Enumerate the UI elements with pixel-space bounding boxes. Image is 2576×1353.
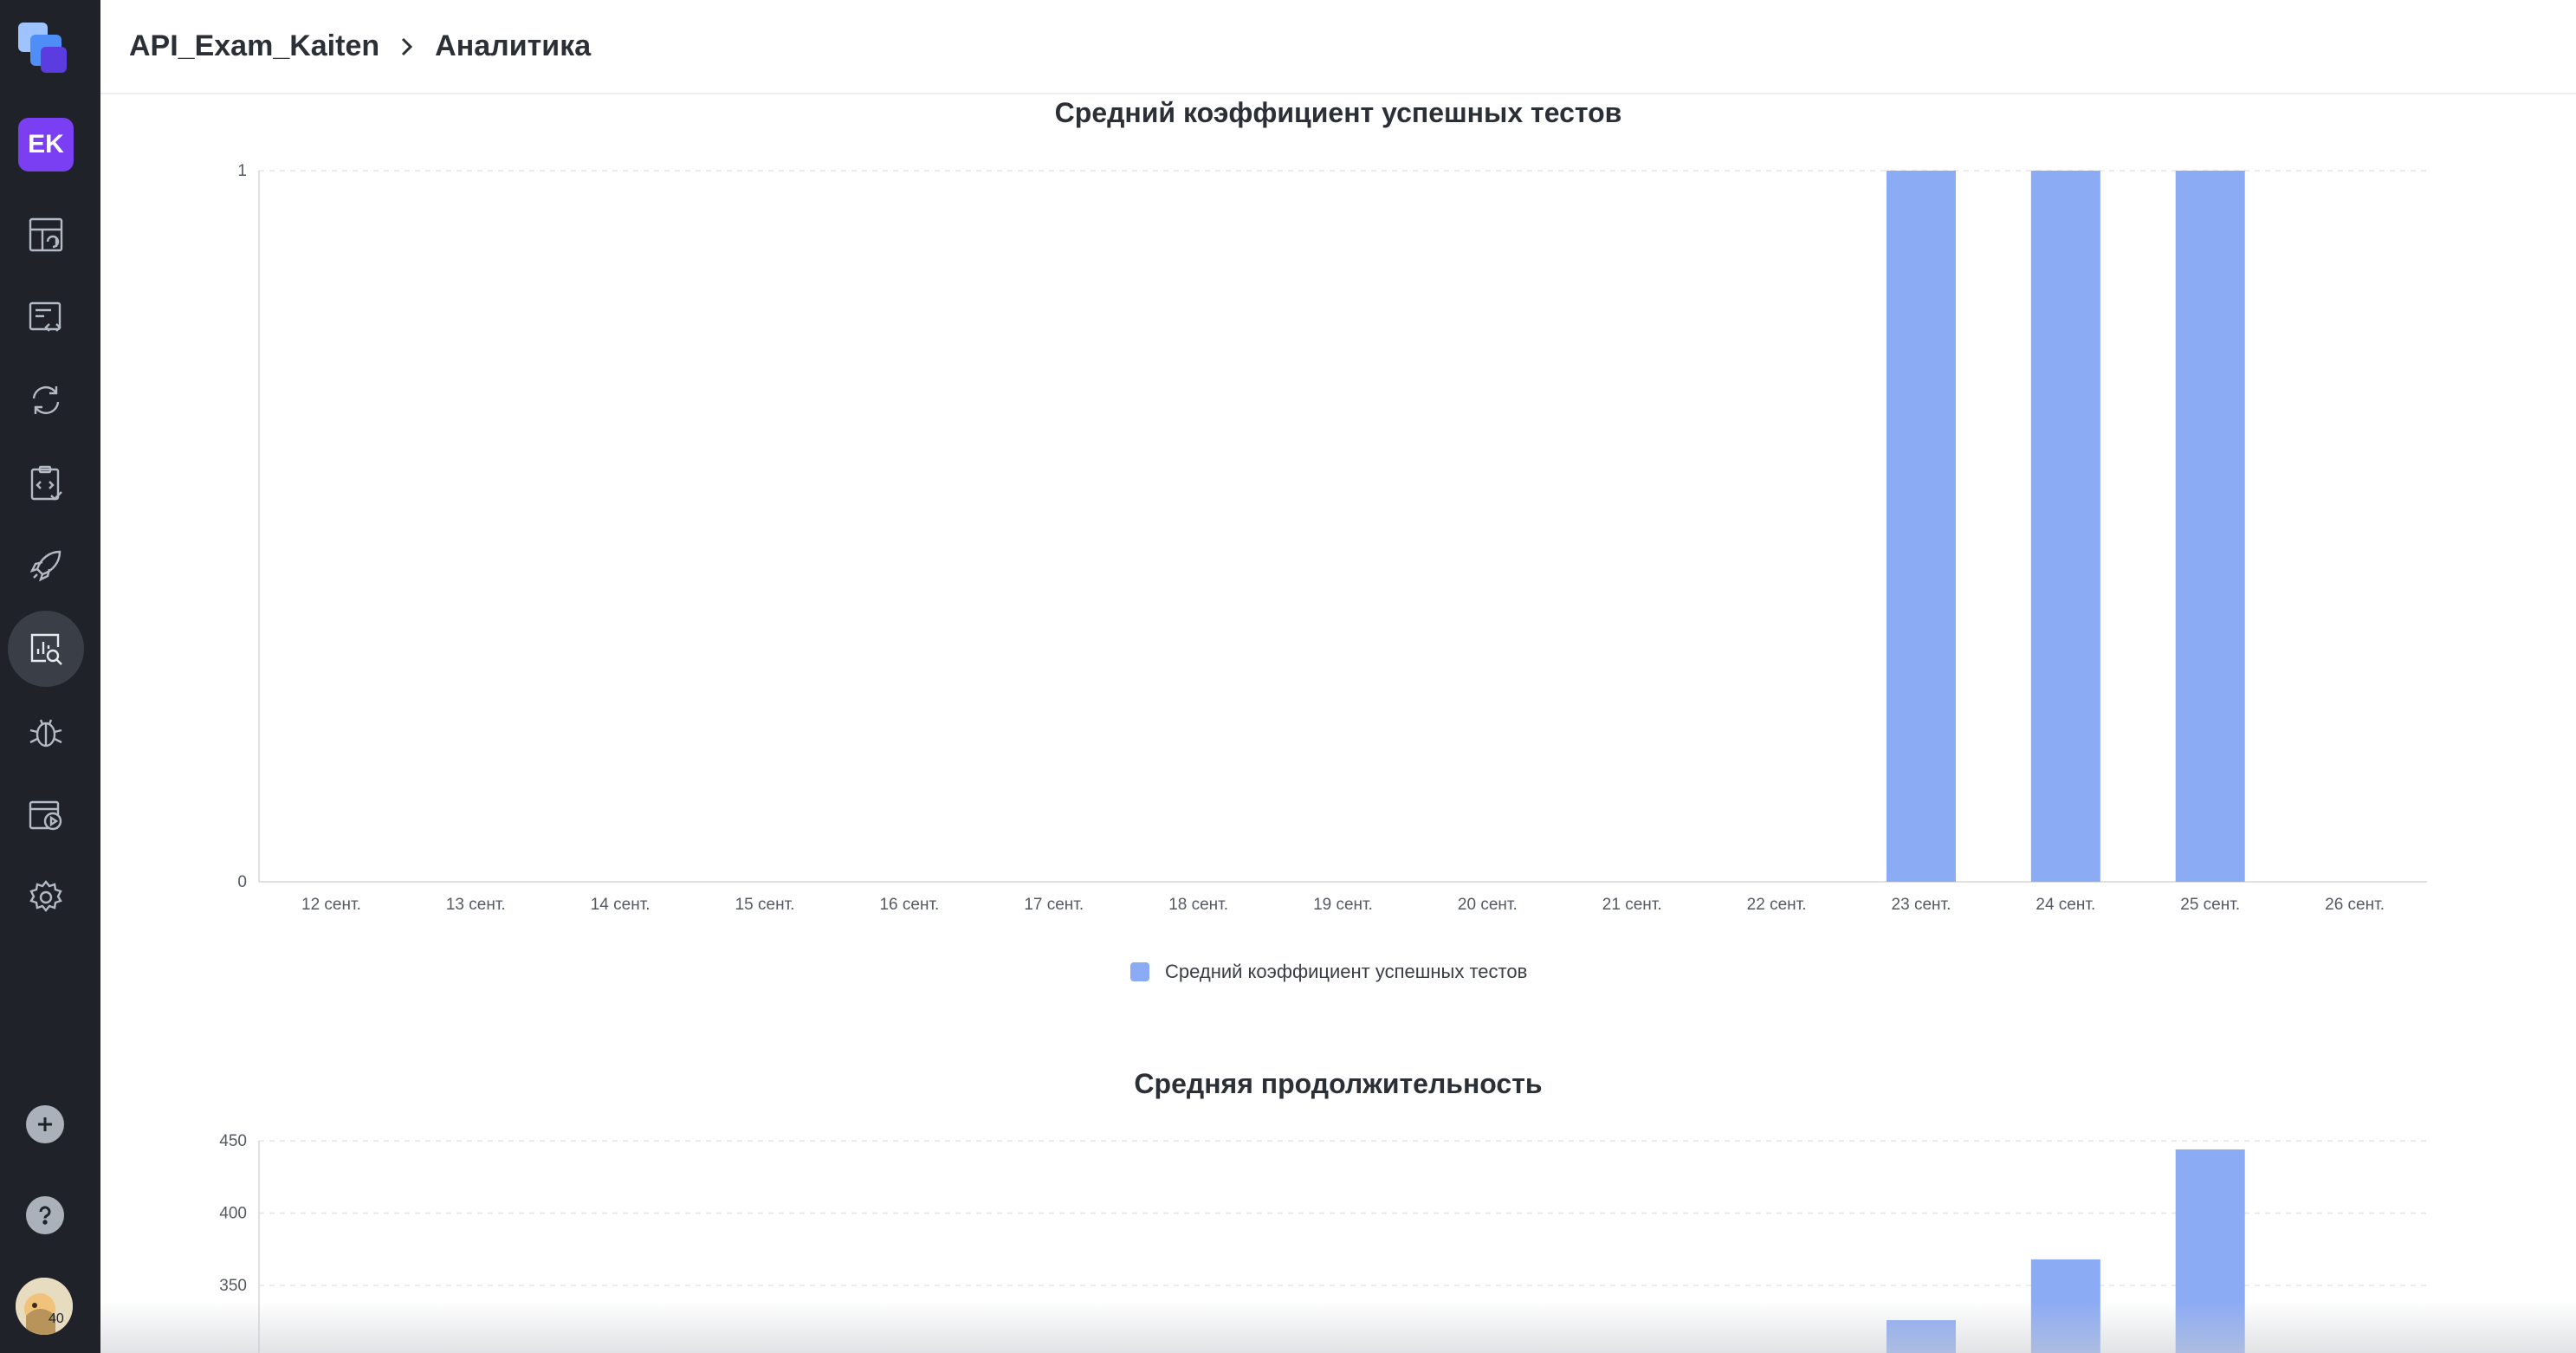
x-tick-label: 22 сент. (1747, 896, 1807, 914)
x-tick-label: 12 сент. (301, 896, 361, 914)
success-rate-chart: 0 1 12 сент. 13 сент. 14 сент. 15 сент. 16 сен… (237, 162, 2427, 914)
analytics-icon[interactable] (8, 611, 84, 687)
breadcrumb-current-page: Аналитика (435, 29, 592, 62)
y-tick-label: 350 (219, 1277, 247, 1295)
chart-legend[interactable]: Средний коэффициент успешных тестов (1130, 960, 1527, 984)
x-tick-label: 25 сент. (2180, 896, 2240, 914)
x-tick-label: 15 сент. (735, 896, 795, 914)
launches-icon[interactable] (8, 528, 84, 604)
x-tick-label: 26 сент. (2325, 896, 2385, 914)
runs-icon[interactable] (8, 362, 84, 438)
x-tick-label: 24 сент. (2036, 896, 2095, 914)
workspace-avatar[interactable]: EK (18, 118, 74, 172)
x-tick-label: 14 сент. (591, 896, 650, 914)
legend-swatch (1130, 962, 1149, 981)
user-avatar[interactable]: 40 (16, 1278, 73, 1335)
help-icon[interactable] (26, 1196, 64, 1234)
user-badge: 40 (49, 1311, 64, 1326)
x-tick-label: 16 сент. (879, 896, 939, 914)
bar (2175, 1149, 2245, 1353)
settings-icon[interactable] (8, 859, 84, 935)
y-tick-label: 0 (237, 873, 247, 891)
environments-icon[interactable] (8, 776, 84, 852)
x-tick-label: 18 сент. (1168, 896, 1228, 914)
bar (1886, 171, 1956, 882)
test-plans-icon[interactable] (8, 445, 84, 521)
x-tick-label: 23 сент. (1892, 896, 1951, 914)
y-tick-label: 450 (219, 1132, 247, 1150)
test-cases-icon[interactable] (8, 279, 84, 355)
dashboard-icon[interactable] (8, 197, 84, 273)
chart-title-avg-duration: Средняя продолжительность (1134, 1068, 1543, 1099)
bar (2030, 1259, 2100, 1353)
x-tick-label: 19 сент. (1313, 896, 1373, 914)
bar (2175, 171, 2245, 882)
x-tick-label: 20 сент. (1458, 896, 1518, 914)
app-logo-icon[interactable] (15, 19, 74, 80)
y-tick-label: 400 (219, 1205, 247, 1223)
sidebar: EK 40 (0, 0, 100, 1353)
avg-duration-chart: 350 400 450 (219, 1132, 2427, 1353)
x-tick-label: 17 сент. (1024, 896, 1084, 914)
chart-title-success-rate: Средний коэффициент успешных тестов (1054, 97, 1622, 128)
breadcrumb: API_Exam_Kaiten Аналитика (100, 0, 2576, 94)
add-icon[interactable] (26, 1105, 64, 1143)
legend-label: Средний коэффициент успешных тестов (1165, 961, 1528, 982)
chevron-right-icon (402, 37, 413, 55)
bar (2030, 171, 2100, 882)
breadcrumb-project[interactable]: API_Exam_Kaiten (129, 29, 379, 63)
y-tick-label: 1 (237, 162, 247, 180)
x-tick-label: 13 сент. (446, 896, 506, 914)
bar (1886, 1320, 1956, 1353)
defects-icon[interactable] (8, 694, 84, 770)
x-tick-label: 21 сент. (1602, 896, 1662, 914)
